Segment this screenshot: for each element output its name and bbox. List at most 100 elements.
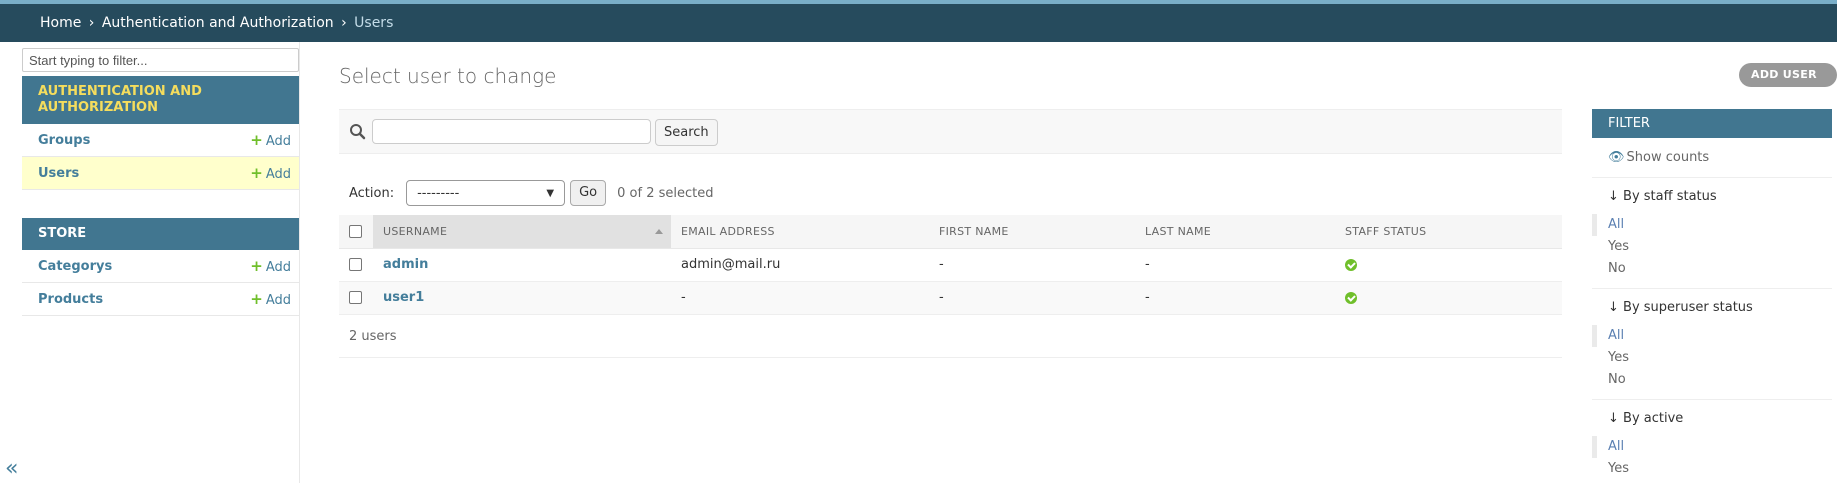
- filter-panel: FILTER 👁 Show counts ↓ By staff status Al…: [1592, 109, 1832, 483]
- module-caption[interactable]: AUTHENTICATION AND AUTHORIZATION: [22, 76, 299, 124]
- module-auth: AUTHENTICATION AND AUTHORIZATION Groups …: [22, 76, 299, 190]
- check-yes-icon: [1345, 291, 1357, 304]
- column-staff-status[interactable]: STAFF STATUS: [1335, 215, 1562, 249]
- row-select-cell: [339, 281, 373, 315]
- filter-option[interactable]: Yes: [1592, 458, 1832, 480]
- add-user-button[interactable]: ADD USER +: [1739, 63, 1837, 107]
- table-row: admin admin@mail.ru - -: [339, 248, 1562, 282]
- breadcrumb-separator: ›: [88, 15, 95, 31]
- filter-option[interactable]: Yes: [1592, 236, 1832, 258]
- search-icon: [350, 124, 366, 140]
- search-toolbar: Search: [339, 109, 1562, 154]
- plus-icon: +: [250, 257, 263, 275]
- add-label: Add: [265, 260, 291, 275]
- result-count: 2 users: [339, 315, 1562, 358]
- staff-status-cell: [1335, 248, 1562, 282]
- column-email[interactable]: EMAIL ADDRESS: [671, 215, 929, 249]
- username-link[interactable]: admin: [383, 257, 428, 272]
- breadcrumb: Home › Authentication and Authorization …: [0, 4, 1837, 42]
- first-name-cell: -: [929, 248, 1135, 282]
- filter-group-title: ↓ By active: [1608, 411, 1684, 426]
- column-label: USERNAME: [383, 224, 448, 238]
- module-store: STORE Categorys + Add Products + Add: [22, 218, 299, 316]
- sidebar-item-products[interactable]: Products + Add: [22, 283, 299, 316]
- sidebar-item-label[interactable]: Categorys: [38, 259, 250, 274]
- plus-icon: +: [1751, 91, 1764, 107]
- filter-group-active: ↓ By active All Yes: [1592, 400, 1832, 483]
- email-cell: -: [671, 281, 929, 315]
- column-first-name[interactable]: FIRST NAME: [929, 215, 1135, 249]
- username-cell: admin: [373, 248, 671, 282]
- action-select[interactable]: --------- ▼: [406, 180, 566, 206]
- breadcrumb-separator: ›: [341, 15, 347, 31]
- select-all-cell: [339, 215, 373, 249]
- filter-group-title: ↓ By staff status: [1608, 189, 1717, 204]
- sidebar: AUTHENTICATION AND AUTHORIZATION Groups …: [0, 42, 300, 483]
- filter-group-superuser: ↓ By superuser status All Yes No: [1592, 289, 1832, 400]
- staff-status-cell: [1335, 281, 1562, 315]
- collapse-sidebar-button[interactable]: «: [5, 456, 18, 481]
- sidebar-item-users[interactable]: Users + Add: [22, 157, 299, 190]
- column-username[interactable]: USERNAME: [373, 215, 671, 249]
- row-checkbox[interactable]: [349, 258, 362, 271]
- sidebar-item-label[interactable]: Groups: [38, 133, 250, 148]
- module-caption[interactable]: STORE: [22, 218, 299, 250]
- add-user-label: ADD USER: [1751, 68, 1817, 81]
- filter-option-label[interactable]: All: [1608, 328, 1624, 343]
- email-cell: admin@mail.ru: [671, 248, 929, 282]
- table-row: user1 - - -: [339, 281, 1562, 315]
- last-name-cell: -: [1135, 281, 1335, 315]
- sidebar-item-categorys[interactable]: Categorys + Add: [22, 250, 299, 283]
- add-label: Add: [265, 134, 291, 149]
- first-name-cell: -: [929, 281, 1135, 315]
- sidebar-item-label[interactable]: Users: [38, 166, 250, 181]
- action-select-value: ---------: [417, 185, 460, 201]
- sort-ascending-icon[interactable]: [655, 229, 663, 234]
- add-label: Add: [265, 167, 291, 182]
- actions-bar: Action: --------- ▼ Go 0 of 2 selected: [349, 180, 713, 206]
- search-input[interactable]: [372, 119, 651, 144]
- chevron-down-icon: ▼: [546, 187, 555, 199]
- results-table: USERNAME EMAIL ADDRESS FIRST NAME LAST N…: [339, 215, 1562, 315]
- selected-counter: 0 of 2 selected: [617, 185, 714, 201]
- action-label: Action:: [349, 185, 395, 201]
- add-users-link[interactable]: + Add: [250, 164, 291, 182]
- page-title: Select user to change: [339, 64, 557, 88]
- show-counts-link[interactable]: 👁 Show counts: [1592, 138, 1832, 178]
- filter-option[interactable]: All: [1592, 325, 1832, 347]
- filter-option-label[interactable]: All: [1608, 439, 1624, 454]
- filter-option[interactable]: All: [1592, 214, 1832, 236]
- add-label: Add: [265, 293, 291, 308]
- sidebar-item-groups[interactable]: Groups + Add: [22, 124, 299, 157]
- username-link[interactable]: user1: [383, 290, 424, 305]
- add-groups-link[interactable]: + Add: [250, 131, 291, 149]
- eye-icon: 👁: [1608, 150, 1625, 165]
- add-products-link[interactable]: + Add: [250, 290, 291, 308]
- go-button[interactable]: Go: [570, 180, 607, 206]
- sidebar-item-label[interactable]: Products: [38, 292, 250, 307]
- filter-group-title: ↓ By superuser status: [1608, 300, 1753, 315]
- search-button[interactable]: Search: [655, 119, 718, 146]
- select-all-checkbox[interactable]: [349, 225, 362, 238]
- filter-option[interactable]: All: [1592, 436, 1832, 458]
- nav-filter-input[interactable]: [22, 48, 299, 72]
- row-select-cell: [339, 248, 373, 282]
- row-checkbox[interactable]: [349, 291, 362, 304]
- column-last-name[interactable]: LAST NAME: [1135, 215, 1335, 249]
- filter-title: FILTER: [1592, 109, 1832, 138]
- breadcrumb-app[interactable]: Authentication and Authorization: [102, 15, 334, 31]
- plus-icon: +: [250, 290, 263, 308]
- filter-option-label[interactable]: All: [1608, 217, 1624, 232]
- filter-option[interactable]: No: [1592, 258, 1832, 280]
- plus-icon: +: [250, 131, 263, 149]
- check-yes-icon: [1345, 258, 1357, 271]
- table-header-row: USERNAME EMAIL ADDRESS FIRST NAME LAST N…: [339, 215, 1562, 249]
- plus-icon: +: [250, 164, 263, 182]
- breadcrumb-current: Users: [354, 15, 394, 31]
- filter-option[interactable]: No: [1592, 369, 1832, 391]
- username-cell: user1: [373, 281, 671, 315]
- filter-group-staff: ↓ By staff status All Yes No: [1592, 178, 1832, 289]
- add-categorys-link[interactable]: + Add: [250, 257, 291, 275]
- breadcrumb-home[interactable]: Home: [40, 15, 81, 31]
- filter-option[interactable]: Yes: [1592, 347, 1832, 369]
